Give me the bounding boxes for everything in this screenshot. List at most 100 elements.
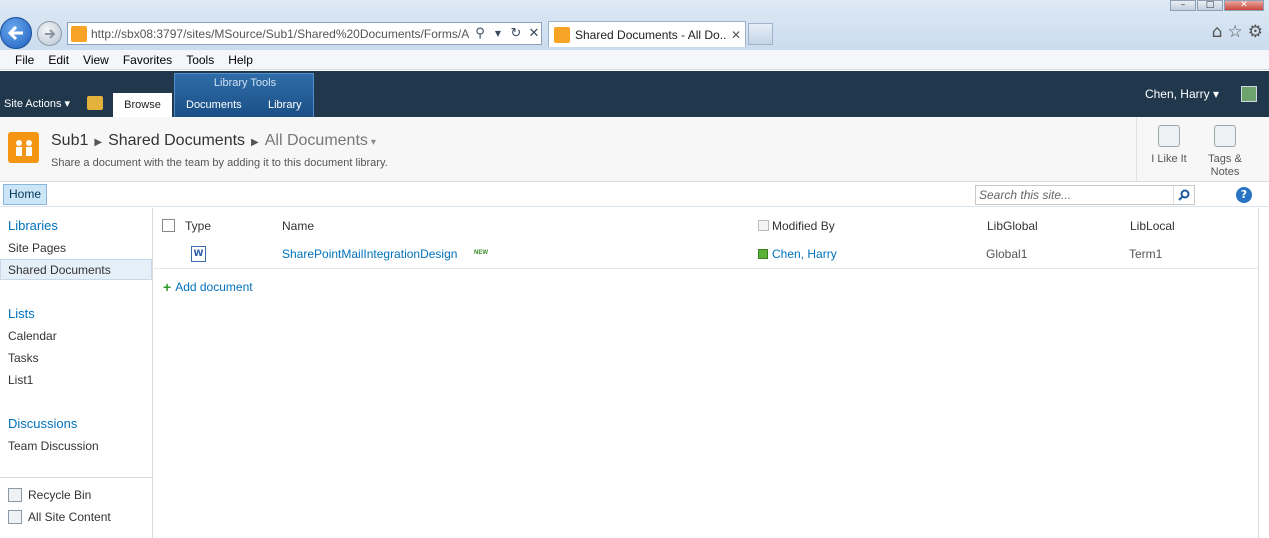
- dropdown-icon[interactable]: ▼: [491, 29, 505, 38]
- ql-item-team-discussion[interactable]: Team Discussion: [8, 439, 99, 453]
- url-text[interactable]: http://sbx08:3797/sites/MSource/Sub1/Sha…: [91, 27, 469, 41]
- modified-by-checkbox: [758, 220, 769, 231]
- back-button[interactable]: [0, 17, 32, 49]
- all-site-content-label: All Site Content: [28, 510, 111, 524]
- ql-item-list1[interactable]: List1: [8, 373, 33, 387]
- recycle-bin-label: Recycle Bin: [28, 488, 92, 502]
- column-header-libglobal[interactable]: LibGlobal: [987, 219, 1038, 233]
- refresh-icon[interactable]: ↻: [509, 26, 523, 41]
- add-document-link[interactable]: + Add document: [163, 279, 253, 295]
- ql-item-calendar[interactable]: Calendar: [8, 329, 57, 343]
- browser-toolbar: – □ ✕ http://sbx08:3797/sites/MSource/Su…: [0, 0, 1269, 50]
- tags-notes-label-1: Tags &: [1208, 153, 1242, 165]
- content-right-border: [1258, 208, 1259, 538]
- tab-title: Shared Documents - All Do...: [575, 27, 727, 42]
- forward-button[interactable]: [37, 21, 62, 46]
- breadcrumb-library[interactable]: Shared Documents: [108, 132, 245, 149]
- search-go-button[interactable]: [1173, 186, 1194, 204]
- search-icon[interactable]: ⚲: [473, 26, 487, 41]
- tab-library[interactable]: Library: [268, 99, 302, 111]
- ql-item-tasks[interactable]: Tasks: [8, 351, 39, 365]
- browser-tab[interactable]: Shared Documents - All Do... ✕: [548, 21, 746, 47]
- top-navigation: Home ?: [0, 182, 1269, 207]
- add-plus-icon: +: [163, 279, 172, 295]
- search-box: [975, 185, 1195, 205]
- all-site-content-link[interactable]: All Site Content: [8, 510, 111, 524]
- sharepoint-favicon-icon: [71, 25, 87, 42]
- user-status-icon[interactable]: [1241, 86, 1257, 102]
- home-icon[interactable]: ⌂: [1212, 22, 1223, 42]
- column-header-type[interactable]: Type: [185, 219, 211, 233]
- select-all-checkbox[interactable]: [162, 219, 175, 232]
- menu-edit[interactable]: Edit: [48, 53, 69, 67]
- address-bar[interactable]: http://sbx08:3797/sites/MSource/Sub1/Sha…: [67, 22, 542, 45]
- ql-lists-heading[interactable]: Lists: [8, 306, 35, 321]
- social-buttons: I Like It Tags & Notes: [1136, 117, 1242, 181]
- ql-libraries-heading[interactable]: Libraries: [8, 218, 58, 233]
- back-arrow-icon: [7, 25, 23, 41]
- ribbon: Site Actions ▾ Browse Library Tools Docu…: [0, 71, 1269, 117]
- people-icon: [15, 139, 32, 156]
- help-icon[interactable]: ?: [1236, 187, 1252, 203]
- menu-tools[interactable]: Tools: [186, 53, 214, 67]
- liblocal-value: Term1: [1129, 247, 1163, 261]
- search-input[interactable]: [976, 186, 1172, 204]
- site-actions-menu[interactable]: Site Actions ▾: [4, 97, 70, 110]
- ql-divider: [0, 477, 152, 478]
- site-logo-icon[interactable]: [8, 132, 39, 163]
- gear-icon[interactable]: ⚙: [1248, 22, 1263, 42]
- column-header-liblocal[interactable]: LibLocal: [1130, 219, 1175, 233]
- i-like-it-label: I Like It: [1151, 153, 1187, 165]
- nav-home[interactable]: Home: [3, 184, 48, 205]
- maximize-button[interactable]: □: [1197, 0, 1223, 11]
- stop-icon[interactable]: ✕: [527, 26, 541, 41]
- menu-file[interactable]: File: [15, 53, 34, 67]
- breadcrumb-site[interactable]: Sub1: [51, 132, 88, 149]
- table-row[interactable]: W SharePointMailIntegrationDesign NEW Ch…: [154, 240, 1258, 269]
- ql-item-site-pages[interactable]: Site Pages: [8, 241, 66, 255]
- search-icon: [1178, 189, 1190, 201]
- view-dropdown-icon[interactable]: ▾: [371, 137, 376, 148]
- menu-bar: File Edit View Favorites Tools Help: [0, 50, 1269, 70]
- user-menu[interactable]: Chen, Harry ▾: [1145, 87, 1219, 101]
- tab-close-icon[interactable]: ✕: [731, 28, 741, 42]
- presence-status-icon[interactable]: [758, 249, 768, 259]
- menu-favorites[interactable]: Favorites: [123, 53, 172, 67]
- i-like-it-button[interactable]: I Like It: [1143, 125, 1195, 166]
- ql-discussions-heading[interactable]: Discussions: [8, 416, 77, 431]
- document-name-link[interactable]: SharePointMailIntegrationDesign: [282, 247, 457, 261]
- tags-notes-label-2: Notes: [1210, 166, 1240, 178]
- breadcrumb-separator-icon: ▶: [251, 137, 259, 148]
- new-tab-button[interactable]: [748, 23, 773, 45]
- title-area: Sub1 ▶ Shared Documents ▶ All Documents ▾ Sha…: [0, 117, 1269, 182]
- menu-help[interactable]: Help: [228, 53, 253, 67]
- tab-browse[interactable]: Browse: [113, 93, 172, 117]
- column-header-name[interactable]: Name: [282, 219, 314, 233]
- recycle-bin-link[interactable]: Recycle Bin: [8, 488, 91, 502]
- view-selector[interactable]: All Documents: [265, 132, 368, 149]
- favorites-star-icon[interactable]: ☆: [1228, 22, 1243, 42]
- tab-documents[interactable]: Documents: [186, 99, 242, 111]
- document-library: Type Name Modified By LibGlobal LibLocal…: [154, 208, 1258, 538]
- like-tag-icon: [1158, 125, 1180, 147]
- libglobal-value: Global1: [986, 247, 1028, 261]
- modified-by-link[interactable]: Chen, Harry: [772, 247, 837, 261]
- ql-item-shared-documents[interactable]: Shared Documents: [8, 263, 111, 277]
- minimize-button[interactable]: –: [1170, 0, 1196, 11]
- word-document-icon[interactable]: W: [191, 246, 206, 262]
- new-badge: NEW: [474, 250, 488, 256]
- breadcrumb: Sub1 ▶ Shared Documents ▶ All Documents ▾: [51, 132, 376, 150]
- breadcrumb-separator-icon: ▶: [94, 137, 103, 148]
- library-tools-label: Library Tools: [213, 77, 277, 89]
- all-site-content-icon: [8, 510, 22, 524]
- close-window-button[interactable]: ✕: [1224, 0, 1264, 11]
- sharepoint-favicon-icon: [554, 26, 570, 43]
- column-header-modified-by[interactable]: Modified By: [772, 219, 835, 233]
- recycle-bin-icon: [8, 488, 22, 502]
- quick-launch: Libraries Site Pages Shared Documents Li…: [0, 208, 153, 538]
- menu-view[interactable]: View: [83, 53, 109, 67]
- page-description: Share a document with the team by adding…: [51, 157, 388, 169]
- tags-notes-button[interactable]: Tags & Notes: [1199, 125, 1251, 179]
- forward-arrow-icon: [44, 28, 55, 39]
- navigate-up-icon[interactable]: [87, 96, 103, 110]
